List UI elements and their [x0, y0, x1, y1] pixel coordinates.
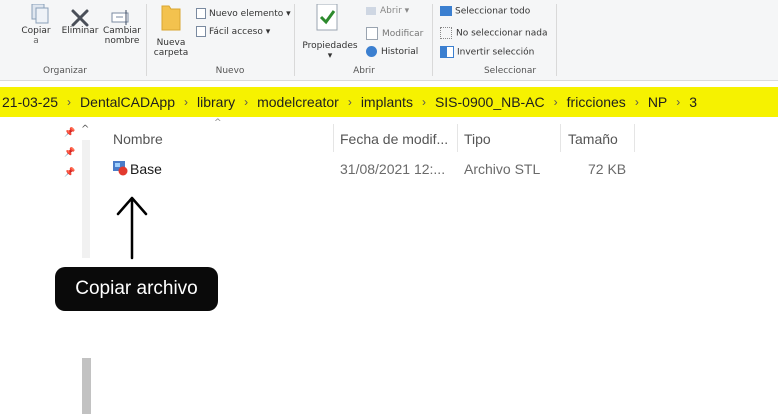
breadcrumb-chevron-icon[interactable]: ›: [415, 95, 433, 109]
file-type: Archivo STL: [464, 161, 541, 177]
breadcrumb-segment[interactable]: 3: [687, 94, 699, 110]
column-divider[interactable]: [560, 124, 561, 152]
invert-selection-icon: [440, 46, 454, 58]
breadcrumb-segment[interactable]: implants: [359, 94, 415, 110]
ribbon-separator: [294, 4, 295, 76]
scrollbar-track[interactable]: [82, 140, 90, 258]
select-all-button[interactable]: Seleccionar todo: [440, 6, 530, 17]
rename-button[interactable]: Cambiar nombre: [100, 26, 144, 46]
pin-icon[interactable]: 📌: [64, 128, 75, 138]
new-item-button[interactable]: Nuevo elemento ▾: [196, 8, 291, 19]
breadcrumb-chevron-icon[interactable]: ›: [177, 95, 195, 109]
new-folder-button[interactable]: Nueva carpeta: [150, 38, 192, 58]
chevron-down-icon: ▾: [327, 51, 333, 61]
column-header-type[interactable]: Tipo: [464, 131, 491, 147]
history-icon: [366, 46, 377, 57]
stl-file-icon: [112, 160, 128, 180]
select-none-icon: [440, 27, 452, 39]
address-bar[interactable]: 21-03-25 › DentalCADApp › library › modelcreat…: [0, 87, 778, 117]
modify-icon: [366, 27, 378, 40]
easy-access-icon: [196, 26, 206, 37]
history-button[interactable]: Historial: [366, 46, 418, 57]
breadcrumb-chevron-icon[interactable]: ›: [628, 95, 646, 109]
file-date: 31/08/2021 12:...: [340, 161, 446, 177]
callout-label: Copiar archivo: [75, 278, 198, 299]
properties-icon: [315, 3, 341, 38]
delete-button[interactable]: Eliminar: [60, 26, 100, 36]
ribbon: Copiar a Eliminar Cambiar nombre Organiz…: [0, 0, 778, 81]
breadcrumb-segment[interactable]: DentalCADApp: [78, 94, 177, 110]
column-divider[interactable]: [457, 124, 458, 152]
new-folder-icon: [160, 2, 182, 36]
column-header-name[interactable]: Nombre: [113, 131, 163, 147]
group-label-abrir: Abrir: [353, 66, 375, 76]
group-label-nuevo: Nuevo: [215, 66, 245, 76]
file-name[interactable]: Base: [130, 161, 162, 177]
ribbon-separator: [556, 4, 557, 76]
open-button[interactable]: Abrir ▾: [366, 6, 409, 16]
new-item-icon: [196, 8, 206, 19]
group-label-organizar: Organizar: [43, 66, 87, 76]
breadcrumb-chevron-icon[interactable]: ›: [60, 95, 78, 109]
column-divider[interactable]: [634, 124, 635, 152]
column-divider[interactable]: [333, 124, 334, 152]
scrollbar-thumb[interactable]: [82, 358, 91, 414]
breadcrumb-chevron-icon[interactable]: ›: [341, 95, 359, 109]
breadcrumb-chevron-icon[interactable]: ›: [669, 95, 687, 109]
breadcrumb-chevron-icon[interactable]: ›: [237, 95, 255, 109]
pin-icon[interactable]: 📌: [64, 168, 75, 178]
column-header-size[interactable]: Tamaño: [568, 131, 618, 147]
copy-file-callout: Copiar archivo: [55, 267, 218, 311]
breadcrumb-segment[interactable]: SIS-0900_NB-AC: [433, 94, 547, 110]
select-all-icon: [440, 6, 452, 16]
group-label-seleccionar: Seleccionar: [483, 66, 537, 76]
modify-button[interactable]: Modificar: [366, 27, 423, 40]
pin-icon[interactable]: 📌: [64, 148, 75, 158]
ribbon-separator: [432, 4, 433, 76]
easy-access-button[interactable]: Fácil acceso ▾: [196, 26, 270, 37]
file-size: 72 KB: [588, 161, 627, 177]
scroll-up-icon[interactable]: ^: [81, 124, 89, 135]
breadcrumb-segment[interactable]: library: [195, 94, 237, 110]
select-none-button[interactable]: No seleccionar nada: [440, 27, 548, 39]
properties-button[interactable]: Propiedades ▾: [298, 41, 362, 61]
chevron-down-icon: ▾: [286, 9, 291, 19]
breadcrumb-segment[interactable]: modelcreator: [255, 94, 341, 110]
ribbon-separator: [146, 4, 147, 76]
up-arrow-icon: [116, 196, 148, 260]
copy-to-button[interactable]: Copiar a: [16, 26, 56, 46]
column-header-date[interactable]: Fecha de modif...: [340, 131, 448, 147]
chevron-down-icon: ▾: [404, 6, 410, 16]
invert-selection-button[interactable]: Invertir selección: [440, 46, 534, 58]
open-icon: [366, 6, 376, 15]
breadcrumb-segment[interactable]: fricciones: [565, 94, 628, 110]
breadcrumb-segment[interactable]: NP: [646, 94, 669, 110]
chevron-down-icon: ▾: [265, 27, 271, 37]
sort-indicator-icon: ^: [214, 118, 222, 128]
breadcrumb-segment[interactable]: 21-03-25: [0, 94, 60, 110]
breadcrumb-chevron-icon[interactable]: ›: [547, 95, 565, 109]
